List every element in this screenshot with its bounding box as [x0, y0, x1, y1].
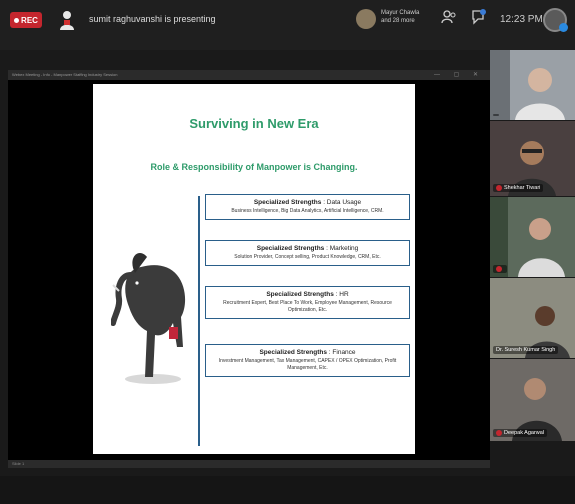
- mic-muted-icon: [496, 185, 502, 191]
- presentation-slide: Surviving in New Era Role & Responsibili…: [93, 84, 415, 454]
- strength-box-hr: Specialized Strengths : HR Recruitment E…: [205, 286, 410, 319]
- mic-muted-icon: [496, 430, 502, 436]
- strength-box-finance: Specialized Strengths : Finance Investme…: [205, 344, 410, 377]
- shared-window-title: Webex Meeting - Info - Manpower Staffing…: [8, 70, 490, 80]
- participant-tile[interactable]: Deepak Agarwal: [490, 359, 575, 441]
- participant-tile[interactable]: Dr. Suresh Kumar Singh: [490, 278, 575, 358]
- attendee-count: and 28 more: [381, 18, 415, 24]
- shared-screen: Webex Meeting - Info - Manpower Staffing…: [8, 70, 490, 468]
- strength-heading: Specialized Strengths : Data Usage: [253, 199, 362, 206]
- strength-box-data-usage: Specialized Strengths : Data Usage Busin…: [205, 194, 410, 220]
- meeting-top-bar: REC sumit raghuvanshi is presenting Mayu…: [0, 0, 575, 50]
- strength-description: Investment Management, Tax Management, C…: [218, 358, 397, 371]
- participant-name: [493, 265, 507, 273]
- meeting-window: REC sumit raghuvanshi is presenting Mayu…: [0, 0, 575, 504]
- strength-area: : Marketing: [324, 245, 359, 252]
- attendee-summary[interactable]: Mayur Chawla and 28 more: [381, 9, 429, 25]
- mic-muted-icon: [496, 266, 502, 272]
- participant-name: Deepak Agarwal: [493, 429, 548, 437]
- strength-heading: Specialized Strengths : Marketing: [256, 245, 359, 252]
- strength-area: : Data Usage: [321, 199, 362, 206]
- attendee-avatar: [356, 9, 376, 29]
- attendee-name: Mayur Chawla: [381, 10, 420, 16]
- slide-subtitle: Role & Responsibility of Manpower is Cha…: [150, 162, 358, 172]
- strength-area: : Finance: [327, 349, 356, 356]
- participant-tile[interactable]: [490, 50, 575, 120]
- strength-heading: Specialized Strengths : Finance: [259, 349, 356, 356]
- shared-window-title-text: Webex Meeting - Info - Manpower Staffing…: [12, 72, 118, 77]
- strength-description: Recruitment Expert, Best Place To Work, …: [223, 300, 392, 313]
- clock-time: 12:23 PM: [500, 14, 543, 25]
- participant-name: [493, 114, 499, 116]
- strength-heading: Specialized Strengths : HR: [266, 291, 349, 298]
- participant-video: [490, 50, 575, 120]
- strength-description: Solution Provider, Concept selling, Prod…: [234, 254, 381, 260]
- user-avatar[interactable]: [543, 8, 568, 32]
- participants-icon[interactable]: [441, 9, 457, 28]
- window-controls-icon[interactable]: — ▢ ✕: [434, 71, 484, 78]
- strength-area: : HR: [333, 291, 349, 298]
- participant-tile[interactable]: [490, 197, 575, 277]
- strength-description: Business Intelligence, Big Data Analytic…: [231, 208, 384, 214]
- slide-number: Slide 1: [12, 461, 25, 466]
- rec-label: REC: [21, 15, 38, 25]
- share-screen-icon[interactable]: [58, 9, 76, 31]
- shared-window-status-bar: Slide 1: [8, 460, 490, 468]
- participant-tile[interactable]: Shekhar Tiwari: [490, 121, 575, 196]
- recording-badge[interactable]: REC: [10, 12, 42, 28]
- elephant-illustration: [111, 252, 186, 384]
- chat-icon[interactable]: [470, 9, 486, 28]
- slide-divider-line: [198, 196, 200, 446]
- presenting-status: sumit raghuvanshi is presenting: [89, 14, 216, 24]
- strength-box-marketing: Specialized Strengths : Marketing Soluti…: [205, 240, 410, 266]
- participant-name: Shekhar Tiwari: [493, 184, 544, 192]
- record-dot-icon: [14, 17, 20, 23]
- slide-title: Surviving in New Era: [189, 116, 319, 131]
- participant-name: Dr. Suresh Kumar Singh: [493, 346, 559, 354]
- meeting-bottom-bar: [0, 476, 575, 504]
